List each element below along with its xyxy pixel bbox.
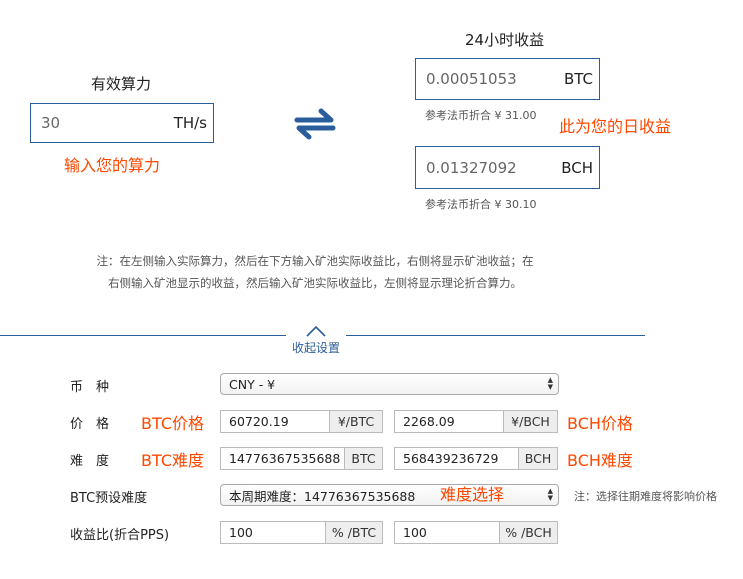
hashrate-title: 有效算力: [91, 75, 152, 93]
bch-income-input[interactable]: 0.01327092 BCH: [415, 146, 600, 189]
btc-income-input[interactable]: 0.00051053 BTC: [415, 58, 600, 100]
btc-price-input[interactable]: 60720.19: [220, 410, 330, 433]
btc-income-unit: BTC: [563, 70, 593, 88]
hashrate-input[interactable]: 30 TH/s: [30, 103, 214, 143]
bch-difficulty-annotation: BCH难度: [567, 451, 633, 470]
select-arrows-icon: ▲ ▼: [547, 376, 553, 391]
collapse-toggle[interactable]: 收起设置: [286, 323, 346, 359]
bch-price-unit: ¥/BCH: [504, 410, 558, 433]
btc-price-annotation: BTC价格: [141, 414, 204, 433]
btc-fiat-reference: 参考法币折合 ¥ 31.00: [425, 109, 537, 122]
bch-income-unit: BCH: [561, 158, 593, 177]
bch-difficulty-input[interactable]: 568439236729: [394, 447, 519, 470]
hashrate-hint: 输入您的算力: [64, 156, 161, 175]
btc-preset-select[interactable]: 本周期难度：14776367535688 ▲ ▼: [220, 484, 559, 506]
btc-ratio-input[interactable]: 100: [220, 521, 326, 544]
hashrate-value: 30: [41, 114, 61, 132]
btc-difficulty-input[interactable]: 14776367535688: [220, 447, 345, 470]
btc-preset-selected: 本周期难度：14776367535688: [229, 488, 416, 504]
btc-ratio-unit: % /BTC: [326, 521, 383, 544]
bch-price-annotation: BCH价格: [567, 414, 633, 433]
bch-ratio-unit: % /BCH: [500, 521, 558, 544]
currency-select[interactable]: CNY - ¥ ▲ ▼: [220, 373, 559, 395]
currency-selected: CNY - ¥: [229, 376, 276, 392]
btc-preset-note: 注：选择往期难度将影响价格: [574, 490, 717, 503]
swap-arrows-icon[interactable]: [293, 107, 337, 141]
btc-preset-label: BTC预设难度: [70, 491, 148, 506]
collapse-label: 收起设置: [291, 341, 340, 355]
btc-income-value: 0.00051053: [426, 70, 517, 88]
bch-fiat-reference: 参考法币折合 ¥ 30.10: [425, 198, 537, 211]
chevron-up-icon: [286, 323, 346, 339]
bch-income-value: 0.01327092: [426, 158, 517, 177]
btc-price-unit: ¥/BTC: [330, 410, 383, 433]
instruction-note: 注：在左侧输入实际算力，然后在下方输入矿池实际收益比，右侧将显示矿池收益；在右侧…: [96, 254, 534, 290]
currency-label: 币 种: [70, 380, 110, 395]
difficulty-label: 难 度: [70, 454, 110, 469]
btc-preset-annotation: 难度选择: [440, 485, 505, 504]
income-hint: 此为您的日收益: [559, 117, 672, 136]
income-title: 24小时收益: [465, 31, 545, 49]
price-label: 价 格: [70, 417, 110, 432]
select-arrows-icon: ▲ ▼: [547, 487, 553, 502]
bch-difficulty-unit: BCH: [519, 447, 558, 470]
hashrate-unit: TH/s: [173, 114, 207, 132]
btc-difficulty-annotation: BTC难度: [141, 451, 204, 470]
bch-ratio-input[interactable]: 100: [394, 521, 500, 544]
ratio-label: 收益比(折合PPS): [70, 528, 170, 543]
bch-price-input[interactable]: 2268.09: [394, 410, 504, 433]
btc-difficulty-unit: BTC: [345, 447, 383, 470]
